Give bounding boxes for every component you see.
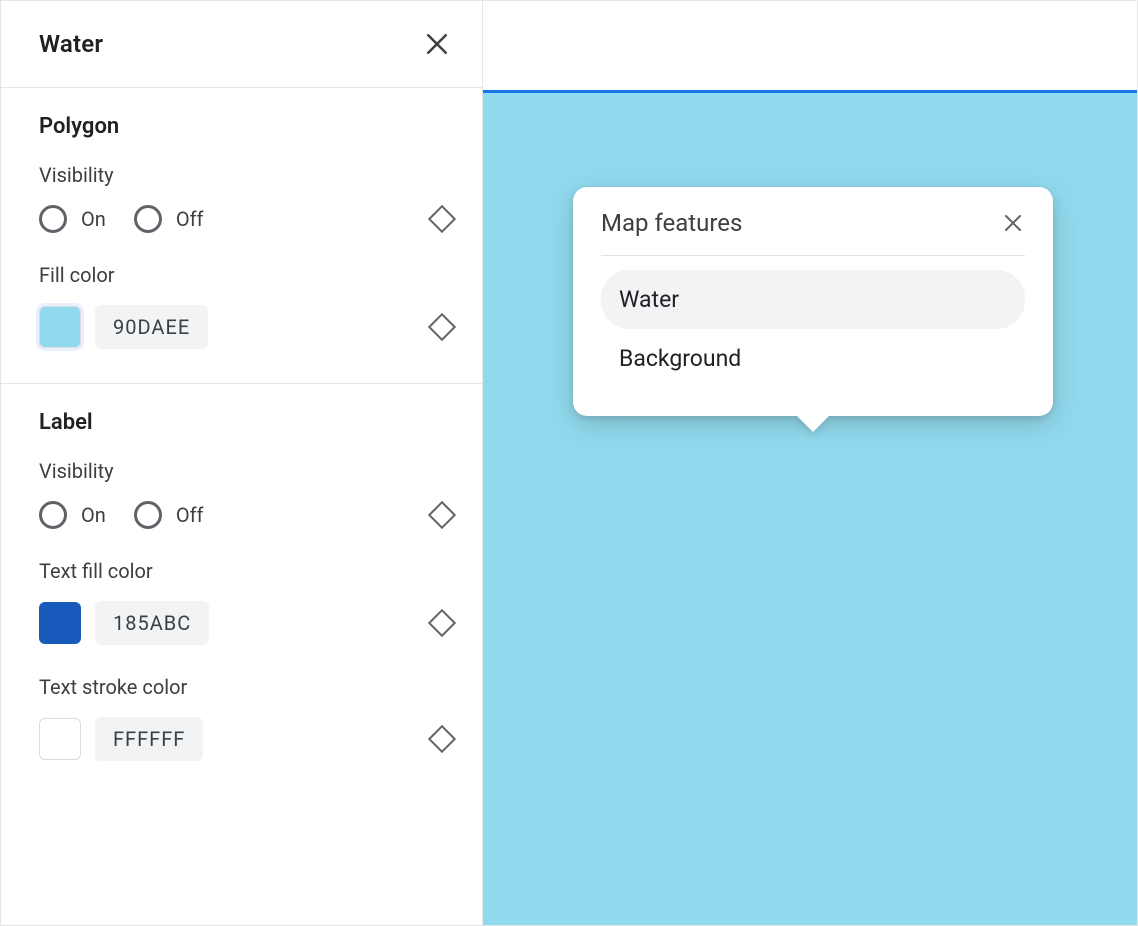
popover-item-water[interactable]: Water xyxy=(601,270,1025,329)
section-label: Label Visibility On Off Text fill color … xyxy=(1,384,482,795)
app-root: Water Polygon Visibility On Off Fill c xyxy=(0,0,1138,926)
popover-title: Map features xyxy=(601,209,742,237)
sidebar-title: Water xyxy=(39,30,103,58)
polygon-visibility-on-label: On xyxy=(81,207,106,231)
label-visibility-radio-on[interactable] xyxy=(39,501,67,529)
label-textfill-label: Text fill color xyxy=(39,559,452,583)
section-title-label: Label xyxy=(39,410,452,435)
polygon-visibility-off-label: Off xyxy=(176,207,204,231)
map-canvas[interactable]: Map features Water Background xyxy=(483,93,1137,925)
preview-topbar xyxy=(483,1,1137,93)
label-textfill-row: 185ABC xyxy=(39,601,452,645)
polygon-visibility-label: Visibility xyxy=(39,163,452,187)
map-features-popover: Map features Water Background xyxy=(573,187,1053,416)
label-textfill-color-row: 185ABC xyxy=(39,601,209,645)
divider xyxy=(601,255,1025,256)
popover-header: Map features xyxy=(601,209,1025,237)
diamond-icon[interactable] xyxy=(428,313,456,341)
diamond-icon[interactable] xyxy=(428,725,456,753)
label-visibility-radio-off[interactable] xyxy=(134,501,162,529)
style-editor-sidebar: Water Polygon Visibility On Off Fill c xyxy=(1,1,483,925)
polygon-fill-row: 90DAEE xyxy=(39,305,452,349)
polygon-fill-color-row: 90DAEE xyxy=(39,305,208,349)
label-visibility-on-label: On xyxy=(81,503,106,527)
polygon-visibility-radios: On Off xyxy=(39,205,217,233)
label-visibility-radios: On Off xyxy=(39,501,217,529)
diamond-icon[interactable] xyxy=(428,501,456,529)
label-textstroke-label: Text stroke color xyxy=(39,675,452,699)
label-visibility-row: On Off xyxy=(39,501,452,529)
polygon-visibility-radio-off[interactable] xyxy=(134,205,162,233)
section-title-polygon: Polygon xyxy=(39,114,452,139)
section-polygon: Polygon Visibility On Off Fill color 90D… xyxy=(1,88,482,384)
label-textstroke-swatch[interactable] xyxy=(39,718,81,760)
polygon-fill-label: Fill color xyxy=(39,263,452,287)
popover-item-background[interactable]: Background xyxy=(601,329,1025,388)
label-textstroke-row: FFFFFF xyxy=(39,717,452,761)
polygon-visibility-radio-on[interactable] xyxy=(39,205,67,233)
label-visibility-off-label: Off xyxy=(176,503,204,527)
label-textstroke-color-row: FFFFFF xyxy=(39,717,203,761)
diamond-icon[interactable] xyxy=(428,609,456,637)
label-textfill-swatch[interactable] xyxy=(39,602,81,644)
sidebar-header: Water xyxy=(1,1,482,88)
close-icon[interactable] xyxy=(422,29,452,59)
polygon-visibility-row: On Off xyxy=(39,205,452,233)
map-preview-pane: Map features Water Background xyxy=(483,1,1137,925)
label-textfill-hex-input[interactable]: 185ABC xyxy=(95,601,209,645)
polygon-fill-hex-input[interactable]: 90DAEE xyxy=(95,305,208,349)
diamond-icon[interactable] xyxy=(428,205,456,233)
label-visibility-label: Visibility xyxy=(39,459,452,483)
close-icon[interactable] xyxy=(1001,211,1025,235)
label-textstroke-hex-input[interactable]: FFFFFF xyxy=(95,717,203,761)
polygon-fill-swatch[interactable] xyxy=(39,306,81,348)
